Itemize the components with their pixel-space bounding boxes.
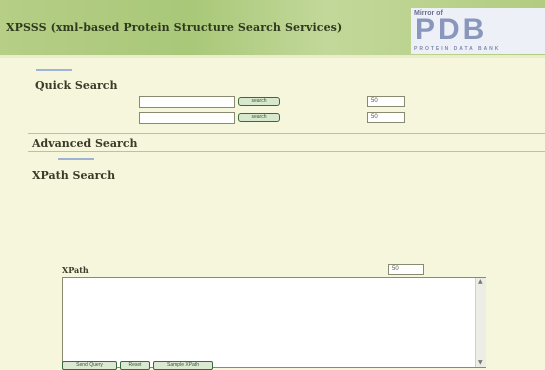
scroll-up-icon[interactable]: ▲	[478, 279, 483, 285]
sample-xpath-button[interactable]: Sample XPath	[153, 361, 213, 370]
app-title: XPSSS (xml-based Protein Structure Searc…	[6, 21, 343, 34]
xpath-textarea[interactable]	[62, 277, 486, 368]
section-separator	[58, 158, 94, 160]
logo-text: PDB	[415, 13, 488, 46]
logo-subtitle: PROTEIN DATA BANK	[414, 46, 501, 52]
send-query-button[interactable]: Send Query	[62, 361, 117, 370]
reset-button[interactable]: Reset	[120, 361, 150, 370]
quick-search-input-2[interactable]	[139, 112, 235, 124]
search-button-2[interactable]: search	[238, 113, 280, 122]
result-count-input-2[interactable]: 50	[367, 112, 405, 123]
scroll-down-icon[interactable]: ▼	[478, 360, 483, 366]
result-count-input-1[interactable]: 50	[367, 96, 405, 107]
header-banner: XPSSS (xml-based Protein Structure Searc…	[0, 0, 545, 58]
quick-search-heading: Quick Search	[35, 79, 118, 92]
textarea-scrollbar[interactable]: ▲ ▼	[475, 278, 486, 367]
xpath-count-input[interactable]: 50	[388, 264, 424, 275]
divider	[28, 151, 545, 152]
divider	[28, 133, 545, 134]
section-separator	[36, 69, 72, 71]
xpath-label: XPath	[62, 265, 89, 275]
quick-search-input-1[interactable]	[139, 96, 235, 108]
search-button-1[interactable]: search	[238, 97, 280, 106]
xpath-search-heading: XPath Search	[32, 169, 116, 182]
advanced-search-heading[interactable]: Advanced Search	[32, 137, 138, 150]
pdb-logo[interactable]: Mirror of PDB PROTEIN DATA BANK	[411, 8, 545, 54]
